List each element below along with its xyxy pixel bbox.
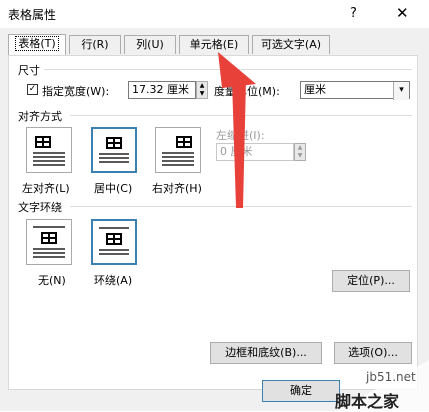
tab-alt-text[interactable]: 可选文字(A) <box>252 35 330 54</box>
indent-spinner: ▲ ▼ <box>294 143 306 161</box>
width-spinner[interactable]: ▲ ▼ <box>196 81 208 99</box>
watermark-url: jb51.net <box>366 370 416 384</box>
indent-input: 0 厘米 <box>216 143 294 161</box>
wrap-around-icon <box>99 227 131 259</box>
preferred-width-label: 指定宽度(W): <box>42 85 110 98</box>
align-center-label: 居中(C) <box>94 182 133 195</box>
watermark-site: 脚本之家 <box>335 392 400 411</box>
ok-button[interactable]: 确定 <box>262 380 340 402</box>
tab-row[interactable]: 行(R) <box>69 35 121 54</box>
options-button[interactable]: 选项(O)... <box>334 342 412 364</box>
align-center-option[interactable] <box>91 127 137 173</box>
help-button[interactable]: ? <box>350 6 357 21</box>
close-button[interactable]: ✕ <box>396 4 409 22</box>
window-title: 表格属性 <box>8 8 57 22</box>
wrap-none-icon <box>33 226 65 258</box>
align-left-icon <box>33 134 65 166</box>
wrap-around-option[interactable] <box>91 219 137 265</box>
size-divider <box>44 69 412 70</box>
position-button[interactable]: 定位(P)... <box>332 270 410 292</box>
align-right-option[interactable] <box>155 127 201 173</box>
borders-shading-button[interactable]: 边框和底纹(B)... <box>210 342 322 364</box>
ok-button-label: 确定 <box>290 384 312 397</box>
tab-table[interactable]: 表格(T) <box>8 34 66 55</box>
size-section-label: 尺寸 <box>18 64 40 77</box>
measure-value: 厘米 <box>304 83 326 96</box>
tab-column[interactable]: 列(U) <box>124 35 176 54</box>
align-right-label: 右对齐(H) <box>152 182 202 195</box>
measure-label: 度量单位(M): <box>214 85 280 98</box>
alignment-section-label: 对齐方式 <box>18 110 62 123</box>
wrap-none-label: 无(N) <box>38 274 66 287</box>
preferred-width-checkbox[interactable]: ✓ <box>27 84 38 95</box>
align-left-option[interactable] <box>26 127 72 173</box>
wrap-none-option[interactable] <box>26 219 72 265</box>
tab-strip: 表格(T) 行(R) 列(U) 单元格(E) 可选文字(A) <box>8 34 330 55</box>
align-center-icon <box>99 135 131 167</box>
wrapping-divider <box>70 206 412 207</box>
chevron-down-icon: ▾ <box>393 82 409 100</box>
title-bar <box>0 0 429 28</box>
alignment-divider <box>70 115 412 116</box>
width-input[interactable]: 17.32 厘米 <box>128 81 196 99</box>
tab-cell[interactable]: 单元格(E) <box>179 35 249 54</box>
indent-label: 左缩进(I): <box>216 129 265 142</box>
align-left-label: 左对齐(L) <box>22 182 70 195</box>
align-right-icon <box>162 134 194 166</box>
measure-select[interactable]: 厘米 ▾ <box>300 81 410 100</box>
wrapping-section-label: 文字环绕 <box>18 201 62 214</box>
wrap-around-label: 环绕(A) <box>94 274 133 287</box>
